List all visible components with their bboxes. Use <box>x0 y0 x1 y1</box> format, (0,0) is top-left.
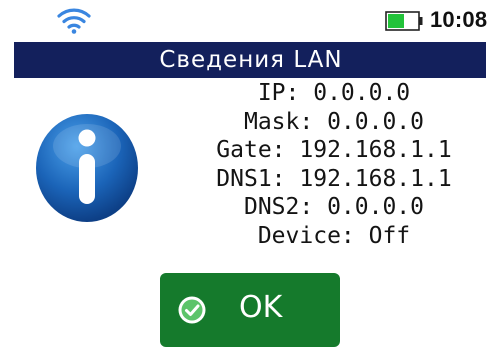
wifi-icon <box>57 8 91 34</box>
battery-icon <box>385 11 423 31</box>
mask-line: Mask: 0.0.0.0 <box>243 108 424 135</box>
status-bar: 10:08 <box>0 0 500 42</box>
lan-info-list: IP: 0.0.0.0 Mask: 0.0.0.0 Gate: 192.168.… <box>184 79 484 251</box>
dns2-line: DNS2: 0.0.0.0 <box>243 194 424 221</box>
ok-button[interactable]: OK <box>160 273 340 347</box>
ip-line: IP: 0.0.0.0 <box>257 80 411 106</box>
dialog-title: Сведения LAN <box>159 47 343 73</box>
check-circle-icon <box>178 296 206 324</box>
clock-time: 10:08 <box>430 7 488 32</box>
dns1-line: DNS1: 192.168.1.1 <box>216 165 452 192</box>
dialog-title-bar: Сведения LAN <box>14 42 486 78</box>
info-icon <box>36 114 138 222</box>
device-line: Device: Off <box>257 222 411 249</box>
ok-button-label: OK <box>239 290 283 325</box>
gateway-line: Gate: 192.168.1.1 <box>216 137 452 164</box>
